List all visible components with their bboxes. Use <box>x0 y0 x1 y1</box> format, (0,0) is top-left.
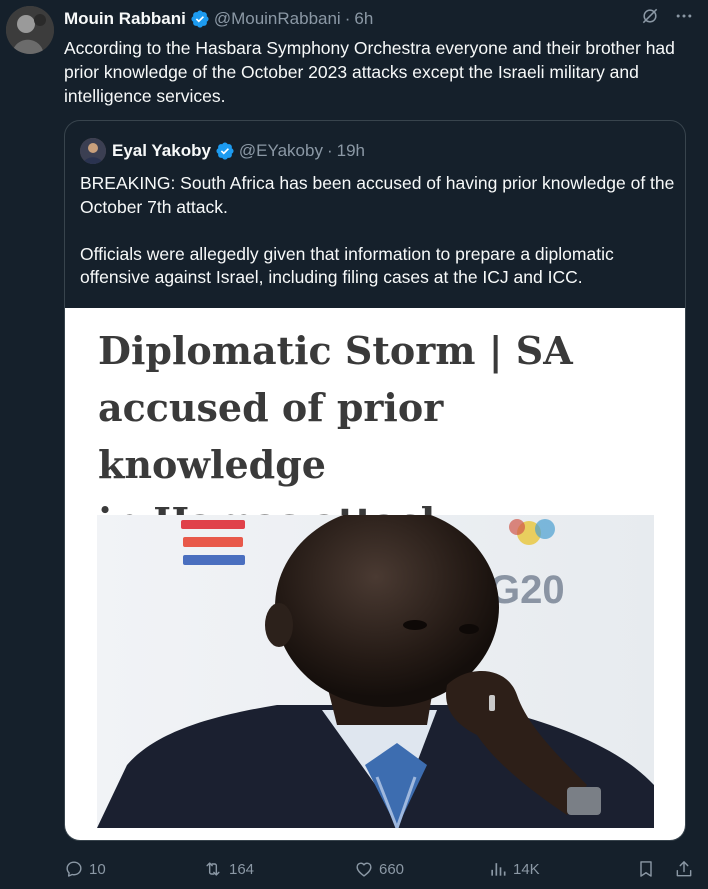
tweet-header: Mouin Rabbani @MouinRabbani · 6h <box>64 8 373 30</box>
quoted-media-image[interactable]: Diplomatic Storm | SA accused of prior k… <box>65 308 685 840</box>
views-count: 14K <box>513 860 540 878</box>
quoted-author-name[interactable]: Eyal Yakoby <box>112 141 211 161</box>
repost-button[interactable]: 164 <box>202 859 354 879</box>
grok-icon[interactable] <box>640 6 660 26</box>
like-count: 660 <box>379 860 405 878</box>
quoted-paragraph-1: BREAKING: South Africa has been accused … <box>80 173 675 217</box>
more-icon[interactable] <box>674 6 694 26</box>
views-icon <box>488 859 508 879</box>
header-actions <box>640 6 694 26</box>
reply-button[interactable]: 10 <box>64 859 202 879</box>
bookmark-button[interactable] <box>636 859 656 879</box>
verified-badge-icon[interactable] <box>215 141 235 161</box>
like-button[interactable]: 660 <box>354 859 488 879</box>
author-handle[interactable]: @MouinRabbani <box>214 9 341 29</box>
bookmark-icon <box>636 859 656 879</box>
action-bar: 10 164 660 14K <box>64 857 694 881</box>
share-button[interactable] <box>674 859 694 879</box>
tweet-time[interactable]: 6h <box>354 9 373 29</box>
verified-badge-icon[interactable] <box>190 9 210 29</box>
separator-dot: · <box>344 9 351 28</box>
views-button[interactable]: 14K <box>488 859 622 879</box>
headline-line: accused of prior knowledge <box>98 385 444 487</box>
share-icon <box>674 859 694 879</box>
author-avatar[interactable] <box>6 6 54 54</box>
reply-count: 10 <box>89 860 106 878</box>
repost-count: 164 <box>229 860 255 878</box>
tweet[interactable]: Mouin Rabbani @MouinRabbani · 6h Accordi <box>0 0 708 889</box>
author-name[interactable]: Mouin Rabbani <box>64 9 186 29</box>
quoted-tweet-time[interactable]: 19h <box>337 141 365 161</box>
reply-icon <box>64 859 84 879</box>
quoted-author-handle[interactable]: @EYakoby <box>239 141 323 161</box>
photo-sign-text: G20 <box>489 568 565 612</box>
like-icon <box>354 859 374 879</box>
news-photo: G20 <box>97 515 654 828</box>
quoted-tweet[interactable]: Eyal Yakoby @EYakoby · 19h BREAKING: Sou… <box>64 120 686 841</box>
repost-icon <box>202 859 224 879</box>
quoted-paragraph-2: Officials were allegedly given that info… <box>80 243 614 288</box>
quoted-tweet-text: BREAKING: South Africa has been accused … <box>80 172 680 290</box>
quoted-tweet-header: Eyal Yakoby @EYakoby · 19h <box>80 138 365 164</box>
tweet-text: According to the Hasbara Symphony Orches… <box>64 38 675 106</box>
separator-dot: · <box>326 141 333 160</box>
quoted-author-avatar[interactable] <box>80 138 106 164</box>
headline-line: Diplomatic Storm | SA <box>98 328 573 373</box>
